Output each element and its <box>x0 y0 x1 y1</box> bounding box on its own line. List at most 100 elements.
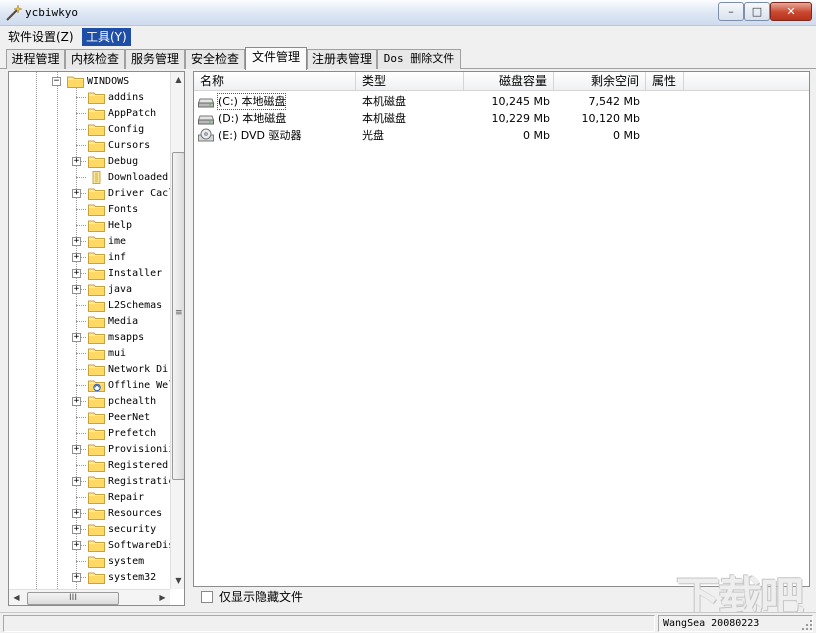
tree-node-label: PeerNet <box>108 412 151 423</box>
menu-software-settings[interactable]: 软件设置(Z) <box>4 28 78 46</box>
tree-node[interactable]: Offline Wel <box>9 377 170 393</box>
drive-capacity: 10,245 Mb <box>491 95 550 108</box>
column-header-capacity[interactable]: 磁盘容量 <box>464 72 554 91</box>
tree-node[interactable]: Prefetch <box>9 425 170 441</box>
tab-registry-manager[interactable]: 注册表管理 <box>307 49 377 69</box>
file-row[interactable]: (D:) 本地磁盘 本机磁盘 10,229 Mb 10,120 Mb <box>194 110 809 127</box>
tree-node[interactable]: + java <box>9 281 170 297</box>
tree-node[interactable]: Config <box>9 121 170 137</box>
tree-node[interactable]: Registered] <box>9 457 170 473</box>
column-header-attributes[interactable]: 属性 <box>646 72 684 91</box>
tree-node[interactable]: + Resources <box>9 505 170 521</box>
tree-node[interactable]: Help <box>9 217 170 233</box>
tree-node[interactable]: AppPatch <box>9 105 170 121</box>
tree-vertical-scroll-thumb[interactable]: ≡ <box>172 152 184 480</box>
resize-grip-icon[interactable] <box>800 618 813 631</box>
tab-security-check[interactable]: 安全检查 <box>185 49 245 69</box>
tree-expand-icon[interactable]: + <box>72 189 81 198</box>
folder-icon <box>88 524 105 536</box>
tree-node[interactable]: PeerNet <box>9 409 170 425</box>
tree-node[interactable]: L2Schemas <box>9 297 170 313</box>
tree-node[interactable]: Cursors <box>9 137 170 153</box>
tree-branch-line <box>76 385 86 386</box>
close-button[interactable]: ✕ <box>770 2 812 21</box>
tree-node-label: security <box>108 524 157 535</box>
tree-expand-icon[interactable]: + <box>72 253 81 262</box>
tree-expand-icon[interactable]: + <box>72 445 81 454</box>
tree-vertical-scrollbar[interactable]: ▲ ≡ ▼ <box>170 72 184 589</box>
tab-file-manager[interactable]: 文件管理 <box>245 47 307 70</box>
tab-dos-delete-files[interactable]: Dos 删除文件 <box>377 49 461 69</box>
scroll-left-arrow-icon[interactable]: ◀ <box>9 590 24 605</box>
tree-node[interactable]: Network Di: <box>9 361 170 377</box>
file-row[interactable]: (C:) 本地磁盘 本机磁盘 10,245 Mb 7,542 Mb <box>194 93 809 110</box>
tree-node[interactable]: + SoftwareDis <box>9 537 170 553</box>
tree-expand-icon[interactable]: + <box>72 541 81 550</box>
tree-expand-icon[interactable]: + <box>72 573 81 582</box>
file-row[interactable]: (E:) DVD 驱动器 光盘 0 Mb 0 Mb <box>194 127 809 144</box>
tree-node-label: system <box>108 556 145 567</box>
folder-icon <box>88 124 105 136</box>
show-hidden-checkbox[interactable] <box>201 591 213 603</box>
tree-node[interactable]: + pchealth <box>9 393 170 409</box>
tree-expand-icon[interactable]: + <box>72 525 81 534</box>
tree-node[interactable]: + system32 <box>9 569 170 585</box>
tree-node[interactable]: + Driver Cacl <box>9 185 170 201</box>
tree-expand-icon[interactable]: + <box>72 477 81 486</box>
tree-node[interactable]: Repair <box>9 489 170 505</box>
tree-expand-icon[interactable]: + <box>72 157 81 166</box>
tree-node[interactable]: + ime <box>9 233 170 249</box>
tree-expand-icon[interactable]: + <box>72 285 81 294</box>
tree-node-label: msapps <box>108 332 145 343</box>
tab-bar: 进程管理 内核检查 服务管理 安全检查 文件管理 注册表管理 Dos 删除文件 <box>0 47 816 70</box>
folder-icon <box>88 476 105 488</box>
tree-node[interactable]: addins <box>9 89 170 105</box>
dvd-drive-icon <box>198 128 214 142</box>
scroll-up-arrow-icon[interactable]: ▲ <box>171 72 184 88</box>
tree-node[interactable]: Fonts <box>9 201 170 217</box>
scroll-right-arrow-icon[interactable]: ▶ <box>155 590 170 605</box>
tree-node[interactable]: + msapps <box>9 329 170 345</box>
folder-icon <box>88 412 105 424</box>
tree-branch-line <box>76 497 86 498</box>
tree-node[interactable]: + Debug <box>9 153 170 169</box>
tree-node-root[interactable]: − WINDOWS <box>9 73 170 89</box>
scroll-down-arrow-icon[interactable]: ▼ <box>171 573 184 589</box>
tree-expand-icon[interactable]: + <box>72 509 81 518</box>
tree-node[interactable]: + Installer <box>9 265 170 281</box>
tab-process-manager[interactable]: 进程管理 <box>6 49 65 69</box>
column-header-free-space[interactable]: 剩余空间 <box>554 72 646 91</box>
tree-expand-icon[interactable]: + <box>72 333 81 342</box>
hard-drive-icon <box>198 115 214 125</box>
tab-kernel-check[interactable]: 内核检查 <box>65 49 125 69</box>
tree-node-label: addins <box>108 92 145 103</box>
tree-node[interactable]: Downloaded <box>9 169 170 185</box>
hard-drive-icon <box>198 98 214 108</box>
maximize-button[interactable]: □ <box>744 2 770 21</box>
show-hidden-label[interactable]: 仅显示隐藏文件 <box>219 589 303 605</box>
folder-icon <box>88 108 105 120</box>
tree-expand-icon[interactable]: + <box>72 269 81 278</box>
tab-service-manager[interactable]: 服务管理 <box>125 49 185 69</box>
minimize-button[interactable]: – <box>718 2 744 21</box>
tree-node[interactable]: + security <box>9 521 170 537</box>
tree-node[interactable]: + Registratic <box>9 473 170 489</box>
file-list-header: 名称 类型 磁盘容量 剩余空间 属性 <box>194 72 809 91</box>
tree-node[interactable]: + inf <box>9 249 170 265</box>
tree-horizontal-scroll-thumb[interactable]: III <box>27 592 119 605</box>
title-bar: ycbiwkyo – □ ✕ <box>0 0 816 26</box>
tree-node[interactable]: + Provisionii <box>9 441 170 457</box>
column-header-name[interactable]: 名称 <box>194 72 356 91</box>
tree-node[interactable]: mui <box>9 345 170 361</box>
tree-branch-line <box>76 561 86 562</box>
tree-expand-icon[interactable]: + <box>72 397 81 406</box>
tree-node[interactable]: system <box>9 553 170 569</box>
menu-tools[interactable]: 工具(Y) <box>82 28 131 46</box>
tree-horizontal-scrollbar[interactable]: ◀ III ▶ <box>9 589 170 605</box>
tree-collapse-icon[interactable]: − <box>52 77 61 86</box>
drive-capacity: 0 Mb <box>523 129 550 142</box>
tree-node-label: Registratic <box>108 476 170 487</box>
column-header-type[interactable]: 类型 <box>356 72 464 91</box>
tree-expand-icon[interactable]: + <box>72 237 81 246</box>
tree-node[interactable]: Media <box>9 313 170 329</box>
